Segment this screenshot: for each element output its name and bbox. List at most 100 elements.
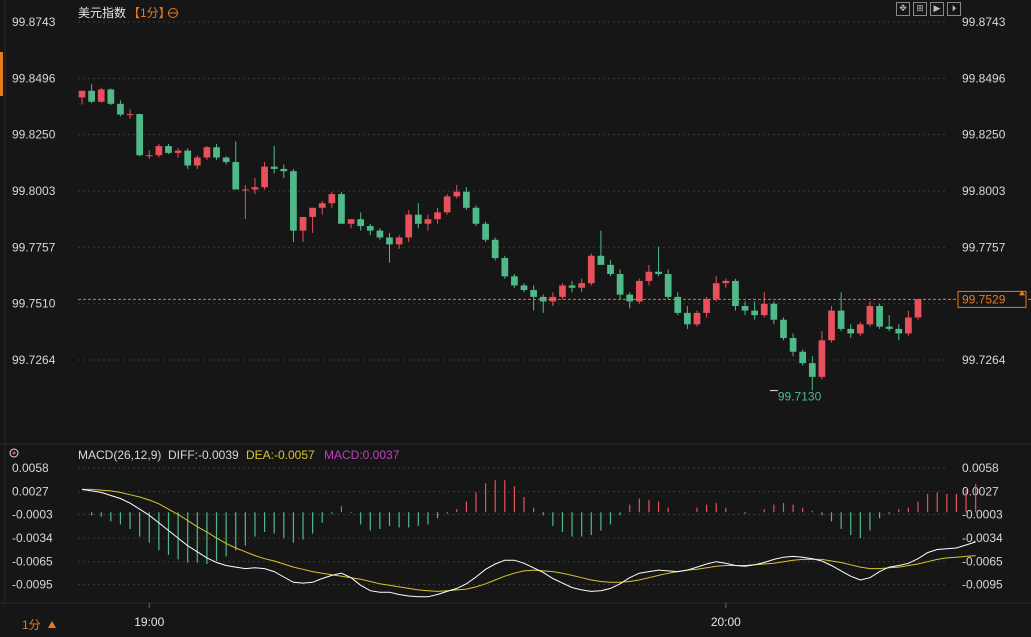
- low-annotation-label: 99.7130: [778, 390, 822, 404]
- time-axis: 19:00 20:00: [134, 603, 741, 629]
- candle-body: [443, 196, 451, 213]
- candle-body: [193, 157, 201, 166]
- period-tag[interactable]: 【1分】: [128, 6, 171, 20]
- macd-legend-macd: MACD:0.0037: [324, 448, 400, 462]
- last-price-label: 99.7529: [962, 292, 1006, 306]
- time-tick: 20:00: [711, 615, 741, 629]
- candle-body: [309, 207, 316, 217]
- candle-body: [117, 103, 124, 115]
- candle-body: [136, 114, 144, 156]
- macd-tick-right: 0.0058: [962, 461, 999, 475]
- candle-body: [155, 146, 163, 156]
- price-tick-left: 99.7757: [12, 240, 56, 254]
- candle-body: [222, 157, 230, 163]
- candle-body: [760, 303, 768, 316]
- candle-body: [559, 285, 566, 297]
- candle-body: [414, 214, 422, 224]
- candle-body: [722, 280, 730, 284]
- candle-body: [366, 226, 374, 231]
- candle-body: [799, 351, 807, 364]
- candle-body: [530, 290, 537, 297]
- candle-body: [703, 299, 710, 313]
- chart-toolbar: ✥ ⊞ ▶ ⏵: [896, 2, 961, 16]
- candle-body: [280, 168, 288, 172]
- candle-body: [261, 166, 268, 188]
- macd-tick-left: -0.0003: [12, 508, 53, 522]
- chart-canvas[interactable]: 99.8743 99.8743 99.8496 99.8496 99.8250 99.82…: [0, 0, 1031, 637]
- macd-tick-right: 0.0027: [962, 485, 999, 499]
- macd-legend-diff: DIFF:-0.0039: [168, 448, 239, 462]
- price-tick-left: 99.8743: [12, 15, 56, 29]
- candle-body: [299, 216, 307, 231]
- candle-body: [808, 363, 816, 377]
- macd-tick-left: 0.0058: [12, 461, 49, 475]
- candle-body: [78, 90, 86, 98]
- candle-body: [847, 328, 855, 334]
- candle-body: [511, 276, 518, 286]
- candle-body: [664, 274, 672, 297]
- candle-body: [184, 150, 192, 166]
- caret-up-icon[interactable]: [48, 621, 56, 628]
- price-tick-right: 99.7757: [962, 240, 1006, 254]
- macd-tick-left: -0.0095: [12, 578, 53, 592]
- candle-body: [453, 191, 461, 197]
- candle-body: [616, 274, 624, 295]
- candle-body: [395, 237, 403, 245]
- candle-body: [635, 280, 643, 302]
- period-selector[interactable]: 1分: [22, 618, 41, 632]
- candle-body: [434, 212, 441, 220]
- macd-legend-name: MACD(26,12,9): [78, 448, 161, 462]
- candle-body: [232, 162, 240, 190]
- price-tick-left: 99.8250: [12, 128, 56, 142]
- candle-body: [914, 299, 922, 318]
- candlestick-series: [78, 84, 922, 391]
- price-tick-left: 99.8496: [12, 71, 56, 85]
- candle-body: [165, 146, 172, 153]
- candle-body: [587, 255, 595, 284]
- candle-body: [338, 194, 345, 224]
- candle-body: [818, 340, 826, 377]
- crosshair-icon[interactable]: [168, 8, 178, 18]
- candle-body: [88, 90, 95, 102]
- candle-body: [126, 114, 134, 116]
- candle-body: [270, 166, 278, 169]
- price-tick-left: 99.7510: [12, 297, 56, 311]
- candle-body: [607, 264, 614, 275]
- candle-body: [328, 194, 336, 204]
- chart-grid: [0, 0, 1031, 604]
- candle-body: [482, 223, 489, 240]
- candle-body: [472, 207, 480, 224]
- candle-body: [876, 306, 883, 327]
- candle-body: [866, 306, 874, 325]
- candle-body: [732, 280, 739, 307]
- fullscreen-icon[interactable]: ✥: [896, 2, 910, 16]
- candle-body: [789, 338, 797, 352]
- macd-tick-left: -0.0034: [12, 531, 53, 545]
- candle-body: [203, 147, 211, 158]
- candle-body: [655, 271, 662, 275]
- candle-body: [405, 214, 413, 238]
- time-tick: 19:00: [134, 615, 164, 629]
- price-tick-left: 99.7264: [12, 353, 56, 367]
- chart-overlay: 99.7529 99.7130: [78, 290, 1031, 404]
- candle-body: [213, 147, 220, 158]
- candle-body: [684, 312, 691, 325]
- candle-body: [693, 312, 701, 325]
- grid-icon[interactable]: ⊞: [913, 2, 927, 16]
- candle-body: [770, 303, 778, 320]
- candle-body: [578, 283, 586, 288]
- step-forward-icon[interactable]: ⏵: [947, 2, 961, 16]
- candle-body: [568, 285, 576, 288]
- candle-body: [107, 89, 115, 104]
- macd-tick-right: -0.0095: [962, 578, 1003, 592]
- candle-body: [357, 219, 365, 227]
- chart-title: 美元指数: [78, 5, 126, 20]
- macd-settings-icon[interactable]: [9, 448, 19, 458]
- macd-tick-right: -0.0034: [962, 531, 1003, 545]
- candle-body: [318, 203, 326, 208]
- candle-body: [174, 150, 182, 153]
- candle-body: [97, 89, 105, 102]
- play-icon[interactable]: ▶: [930, 2, 944, 16]
- macd-tick-left: -0.0065: [12, 555, 53, 569]
- macd-histogram: [91, 480, 977, 565]
